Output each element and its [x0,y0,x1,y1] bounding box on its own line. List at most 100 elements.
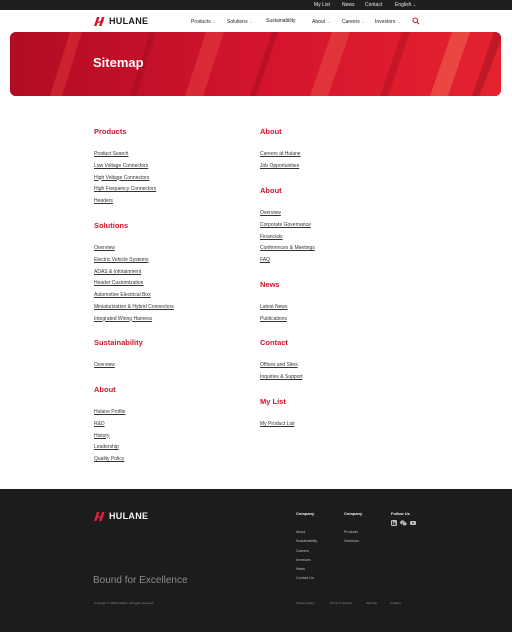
list-item: Low Voltage Connectors [94,154,156,169]
list-item: Electric Vehicle Systems [94,248,174,263]
utility-bar: My List News Contact English ⌄ [0,0,512,10]
list-item: Conferences & Meetings [260,236,315,251]
list-item: Latest News [260,295,288,310]
legal-link-terms[interactable]: Terms of Service [330,601,352,605]
nav-sustainability-label: Sustainability [266,18,296,24]
utility-link-my-list[interactable]: My List [314,1,330,9]
sitemap-section-news: News Latest News Publications [260,280,288,322]
chevron-down-icon: ⌄ [412,2,417,7]
brand-wordmark: HULANE [109,16,149,26]
sitemap-link[interactable]: Job Opportunities [260,163,299,169]
footer-tagline: Bound for Excellence [93,575,188,586]
nav-careers-label: Careers [342,19,360,25]
nav-solutions[interactable]: Solutions ⌄ [227,18,253,26]
sitemap-section-my-list: My List My Product List [260,397,294,427]
hero-banner: Sitemap [10,32,501,96]
section-title: Products [94,127,127,136]
linkedin-icon[interactable] [391,520,397,526]
section-title: My List [260,397,286,406]
list-item: Hulane Profile [94,400,125,415]
list-item: Contact Us [296,566,317,580]
sitemap-link[interactable]: My Product List [260,421,294,427]
section-title: Contact [260,338,288,347]
sitemap-link[interactable]: Overview [94,362,115,368]
youtube-icon[interactable] [410,520,416,526]
sitemap-section-about: About Hulane Profile R&D History Leaders… [94,385,125,462]
nav-products[interactable]: Products ⌄ [191,18,216,26]
nav-solutions-label: Solutions [227,19,248,25]
sitemap-link[interactable]: Quality Policy [94,456,124,462]
list-item: Overview [260,201,315,216]
sitemap-section-investors: About Overview Corporate Governance Fina… [260,186,315,263]
list-item: Investors [296,548,317,562]
section-title: About [94,385,116,394]
nav-investors[interactable]: Investors ⌄ [375,18,401,26]
sitemap-link[interactable]: Inquiries & Support [260,374,303,380]
list-item: Offices and Sites [260,353,303,368]
page-title: Sitemap [93,55,144,70]
nav-about[interactable]: About ⌄ [312,18,330,26]
sitemap-link[interactable]: Integrated Wiring Harness [94,316,152,322]
list-item: History [94,424,125,439]
footer-link[interactable]: Contact Us [296,576,314,580]
list-item: Products [344,520,362,534]
site-footer: HULANE Company About Sustainability Care… [0,489,512,632]
footer-column-title: Company [296,511,315,516]
list-item: Publications [260,307,288,322]
nav-careers[interactable]: Careers ⌄ [342,18,365,26]
list-item: About [296,520,317,534]
list-item: Miniaturization & Hybrid Connectors [94,295,174,310]
copyright-text: Copyright © 2024 Hulane. All rights rese… [94,601,155,605]
footer-column-title: Follow Us [391,511,410,516]
footer-logo[interactable]: HULANE [94,511,148,522]
list-item: Inquiries & Support [260,365,303,380]
utility-link-news[interactable]: News [342,1,355,9]
section-title: Solutions [94,221,129,230]
list-item: Product Search [94,142,156,157]
section-title: About [260,186,282,195]
footer-column-follow: Follow Us [391,511,416,526]
wechat-icon[interactable] [400,520,407,526]
nav-about-label: About [312,19,326,25]
search-icon[interactable] [412,17,420,25]
footer-column-company: Company About Sustainability Careers Inv… [296,511,317,580]
legal-link-sitemap[interactable]: Sitemap [366,601,377,605]
list-item: Sustainability [296,529,317,543]
footer-column-title: Company [344,511,363,516]
chevron-down-icon: ⌄ [397,19,401,24]
list-item: Automotive Electrical Box [94,283,174,298]
brand-logo[interactable]: HULANE [94,16,148,27]
language-label: English [395,2,412,8]
language-selector[interactable]: English ⌄ [395,1,416,9]
list-item: High Frequency Connectors [94,177,156,192]
footer-link[interactable]: Solutions [344,539,359,543]
sitemap-link[interactable]: Publications [260,316,287,322]
list-item: Job Opportunities [260,154,301,169]
hero-background [10,32,501,96]
sitemap-section-careers: About Careers at Hulane Job Opportunitie… [260,127,301,169]
sitemap-link[interactable]: Headers [94,198,113,204]
sitemap-section-solutions: Solutions Overview Electric Vehicle Syst… [94,221,174,322]
legal-link-cookies[interactable]: Cookies [390,601,401,605]
chevron-down-icon: ⌄ [361,19,366,24]
utility-link-contact[interactable]: Contact [365,1,382,9]
list-item: Overview [94,236,174,251]
list-item: My Product List [260,412,294,427]
sitemap-link[interactable]: FAQ [260,257,270,263]
hulane-logo-icon [94,17,105,26]
section-title: Sustainability [94,338,143,347]
legal-link-privacy[interactable]: Privacy Policy [296,601,315,605]
sitemap-section-products: Products Product Search Low Voltage Conn… [94,127,156,204]
list-item: Header Customization [94,271,174,286]
list-item: Quality Policy [94,447,125,462]
chevron-down-icon: ⌄ [327,19,331,24]
social-links [391,520,416,526]
nav-sustainability[interactable]: Sustainability [266,18,295,25]
list-item: ADAS & Infotainment [94,260,174,275]
list-item: Solutions [344,529,362,543]
sitemap-section-sustainability: Sustainability Overview [94,338,143,368]
list-item: Leadership [94,435,125,450]
list-item: High Voltage Connectors [94,166,156,181]
section-title: News [260,280,280,289]
list-item: Corporate Governance [260,213,315,228]
